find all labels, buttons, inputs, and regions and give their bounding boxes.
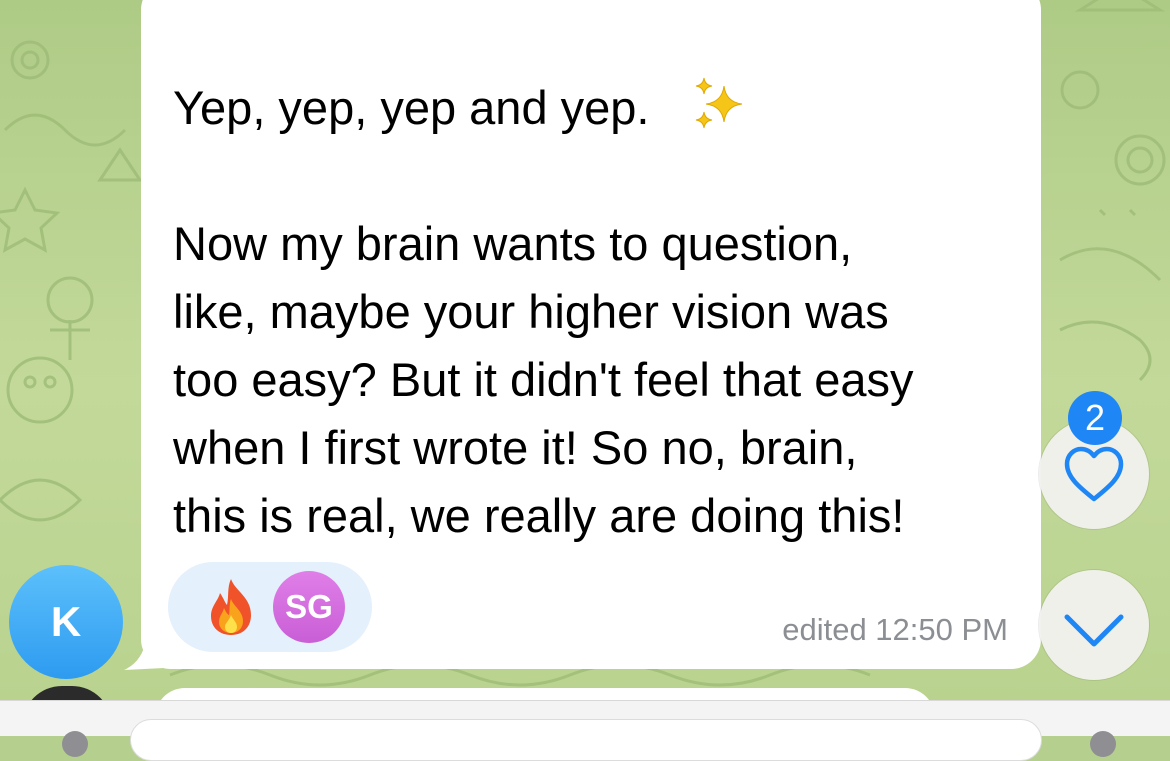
message-line-6: when I first wrote it! So no, brain, <box>173 421 858 474</box>
message-input[interactable] <box>130 719 1042 761</box>
fire-icon <box>211 579 251 635</box>
message-line-7: this is real, we really are doing this! <box>173 489 905 542</box>
sender-avatar[interactable]: K <box>9 565 123 679</box>
message-line-3: Now my brain wants to question, <box>173 217 853 270</box>
message-timestamp: edited 12:50 PM <box>782 612 1008 647</box>
reactor-avatar[interactable]: SG <box>273 571 345 643</box>
bubble-tail <box>124 640 164 670</box>
message-line-4: like, maybe your higher vision was <box>173 285 889 338</box>
sparkles-icon <box>695 77 743 129</box>
chevron-down-icon <box>1064 614 1124 647</box>
message-line-5: too easy? But it didn't feel that easy <box>173 353 914 406</box>
scroll-down-button[interactable] <box>1039 570 1149 680</box>
message-line-1: Yep, yep, yep and yep. <box>173 81 650 134</box>
reactions-count-badge: 2 <box>1068 391 1122 445</box>
input-bar <box>0 700 1170 761</box>
